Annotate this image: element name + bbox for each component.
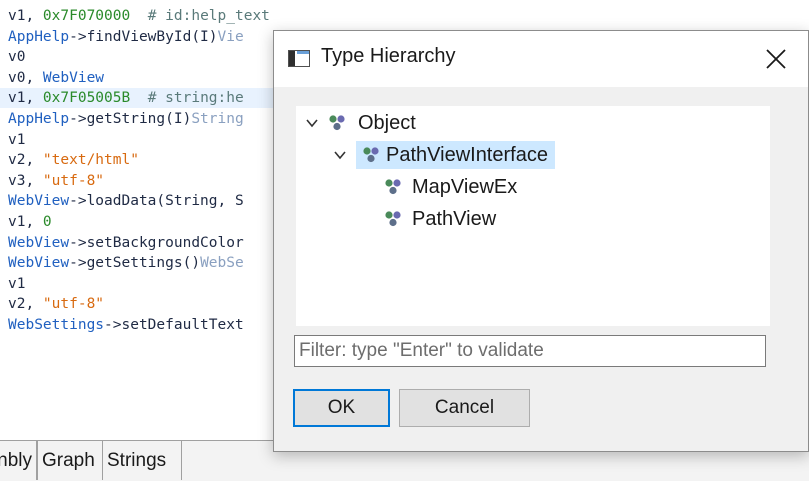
code-token: WebSe — [200, 255, 244, 272]
code-token: ->getString(I) — [69, 111, 192, 127]
cancel-button[interactable]: Cancel — [399, 389, 530, 427]
chevron-down-icon[interactable] — [306, 118, 318, 128]
code-token: "utf-8" — [42, 296, 105, 313]
tree-item-label: PathView — [412, 208, 497, 230]
code-token: "text/html" — [42, 152, 139, 169]
tree-item-label: PathViewInterface — [386, 144, 548, 166]
tree-item-object[interactable]: Object — [296, 109, 496, 137]
tree-item-mapviewex[interactable]: MapViewEx — [384, 173, 544, 201]
code-token: v2, — [8, 152, 43, 169]
type-node-icon — [329, 115, 345, 131]
code-token: Vie — [217, 28, 244, 45]
close-icon — [766, 49, 786, 69]
code-token: v3, — [8, 172, 43, 189]
code-token: WebView — [8, 255, 70, 272]
code-token: v1 — [8, 275, 26, 292]
code-token: 0x7F05005B — [42, 90, 131, 107]
type-hierarchy-dialog: Type Hierarchy Object PathViewInterface … — [273, 30, 809, 452]
tree-item-label: Object — [358, 112, 416, 134]
code-token: v1, — [8, 90, 43, 107]
dialog-title: Type Hierarchy — [321, 45, 456, 67]
code-token: v2, — [8, 296, 43, 313]
code-token: 0x7F070000 — [42, 8, 131, 24]
tree-item-pathviewinterface[interactable]: PathViewInterface — [334, 141, 555, 169]
code-token: ->setDefaultText — [104, 317, 244, 333]
filter-input[interactable] — [294, 335, 766, 367]
tree-item-label: MapViewEx — [412, 176, 518, 198]
code-token: v1, — [8, 214, 43, 230]
type-node-icon — [363, 147, 379, 163]
code-token: # id:help_text — [130, 8, 270, 24]
code-token: # string:he — [130, 90, 244, 107]
code-token: WebSettings — [8, 317, 105, 333]
code-token: v1 — [8, 131, 26, 148]
tab-assembly[interactable]: nbly — [0, 441, 37, 480]
code-line[interactable]: v1, 0x7F070000 # id:help_text — [8, 6, 809, 26]
code-token: ->setBackgroundColor — [69, 234, 244, 251]
code-token: v1, — [8, 8, 43, 24]
tree-item-pathview[interactable]: PathView — [384, 205, 544, 233]
ok-button[interactable]: OK — [293, 389, 390, 427]
code-token: WebView — [8, 193, 70, 210]
tab-graph[interactable]: Graph — [37, 441, 103, 480]
code-token: WebView — [42, 69, 105, 86]
code-token: ->getSettings() — [69, 255, 201, 272]
chevron-down-icon[interactable] — [334, 150, 346, 160]
code-token: String — [191, 111, 244, 127]
type-tree[interactable]: Object PathViewInterface MapViewEx PathV… — [296, 106, 770, 326]
dialog-titlebar[interactable]: Type Hierarchy — [274, 31, 808, 87]
code-token: "utf-8" — [42, 172, 105, 189]
code-token: v0, — [8, 69, 43, 86]
type-node-icon — [385, 179, 401, 195]
type-node-icon — [385, 211, 401, 227]
code-token: ->findViewById(I) — [69, 28, 218, 45]
code-token: v0 — [8, 49, 26, 66]
code-token: WebView — [8, 234, 70, 251]
tab-strings[interactable]: Strings — [103, 441, 182, 480]
window-icon — [288, 50, 310, 67]
code-token: AppHelp — [8, 111, 70, 127]
code-token: AppHelp — [8, 28, 70, 45]
code-token: 0 — [42, 214, 52, 230]
code-token: ->loadData(String, S — [69, 193, 244, 210]
close-button[interactable] — [744, 31, 808, 87]
